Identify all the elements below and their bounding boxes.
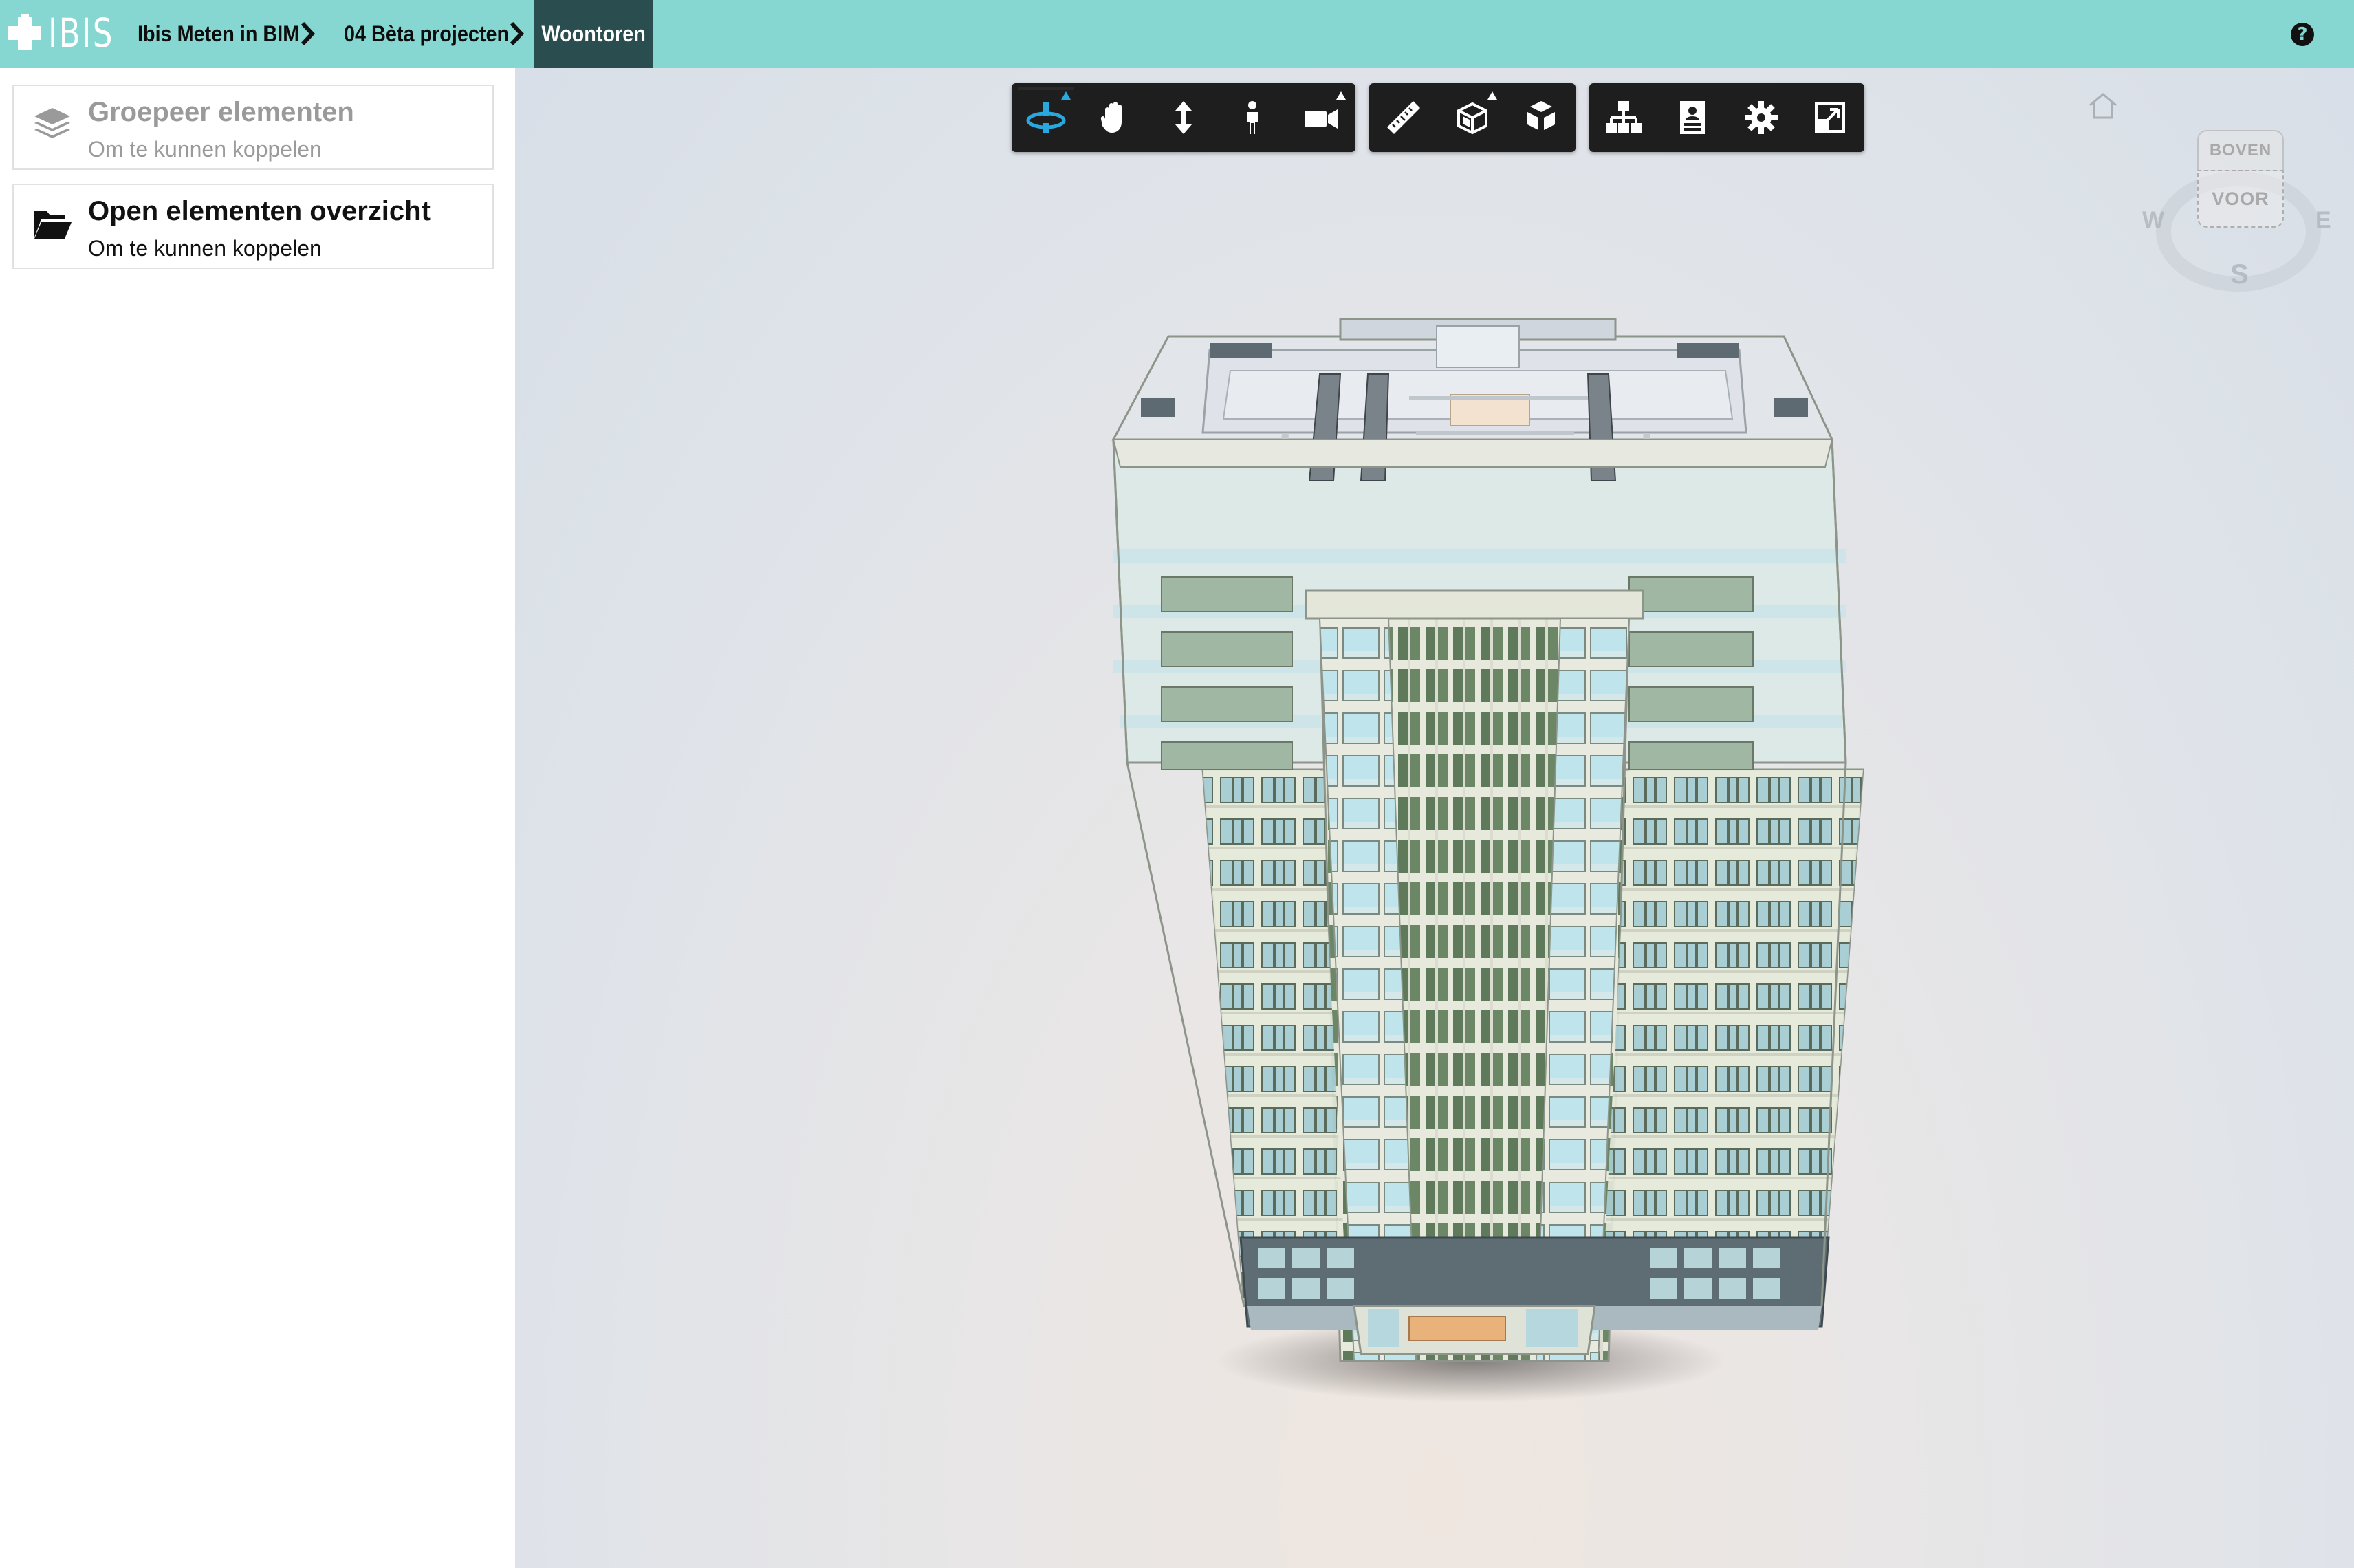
logo-text: IBIS bbox=[48, 10, 114, 56]
layers-icon bbox=[34, 108, 70, 138]
3d-viewer[interactable]: W E S BOVEN VOOR bbox=[515, 68, 2354, 1568]
breadcrumb-current-woontoren[interactable]: Woontoren bbox=[534, 0, 653, 68]
folder-open-icon bbox=[34, 211, 72, 239]
ibis-logo[interactable]: IBIS bbox=[6, 10, 133, 56]
top-bar: IBIS Ibis Meten in BIM 04 Bèta projecten… bbox=[0, 0, 2354, 68]
building-3d-model[interactable] bbox=[515, 68, 2354, 1568]
card-title: Open elementen overzicht bbox=[88, 196, 431, 226]
left-panel: Groepeer elementen Om te kunnen koppelen… bbox=[0, 68, 514, 1568]
breadcrumb-item-ibis-meten-in-bim[interactable]: Ibis Meten in BIM bbox=[138, 0, 317, 68]
group-elements-button[interactable]: Groepeer elementen Om te kunnen koppelen bbox=[12, 85, 494, 170]
chevron-right-icon bbox=[510, 21, 525, 46]
chevron-right-icon bbox=[301, 21, 316, 46]
open-elements-overview-button[interactable]: Open elementen overzicht Om te kunnen ko… bbox=[12, 184, 494, 269]
card-subtitle: Om te kunnen koppelen bbox=[88, 236, 322, 261]
card-title: Groepeer elementen bbox=[88, 97, 354, 127]
help-icon[interactable]: ? bbox=[2291, 23, 2314, 46]
card-subtitle: Om te kunnen koppelen bbox=[88, 137, 322, 162]
puzzle-logo-icon bbox=[8, 14, 41, 50]
breadcrumb-item-04-beta-projecten[interactable]: 04 Bèta projecten bbox=[344, 0, 527, 68]
